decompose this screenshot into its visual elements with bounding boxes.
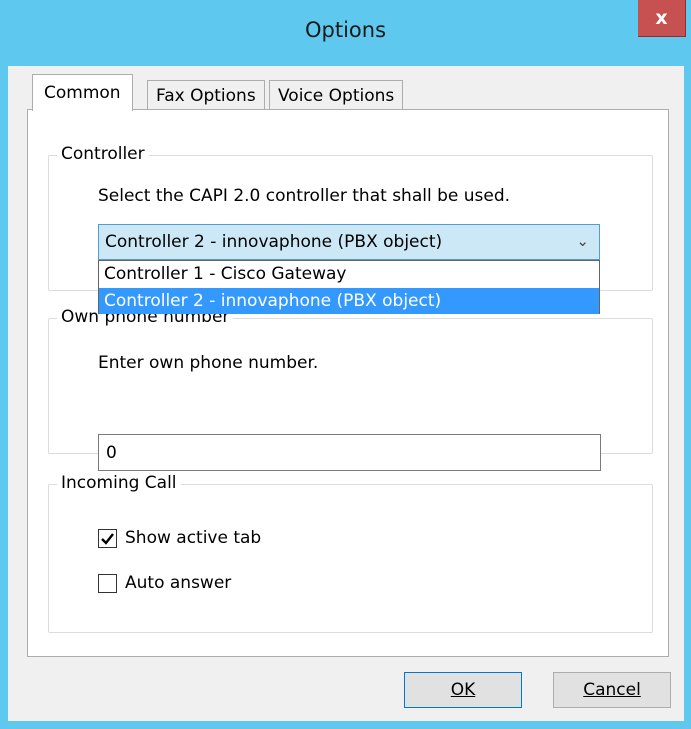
controller-select[interactable]: Controller 2 - innovaphone (PBX object) … bbox=[98, 224, 600, 260]
show-active-tab-label[interactable]: Show active tab bbox=[125, 528, 261, 548]
controller-description: Select the CAPI 2.0 controller that shal… bbox=[98, 186, 511, 206]
controller-group-label: Controller bbox=[57, 144, 149, 164]
ok-button[interactable]: OK bbox=[404, 672, 522, 708]
phone-number-description: Enter own phone number. bbox=[98, 353, 319, 373]
title-bar: Options x bbox=[0, 0, 691, 66]
tab-fax-options-label: Fax Options bbox=[156, 85, 256, 106]
tab-voice-options-label: Voice Options bbox=[278, 85, 395, 106]
controller-dropdown-list: Controller 1 - Cisco Gateway Controller … bbox=[98, 260, 600, 314]
tab-common[interactable]: Common bbox=[32, 74, 133, 111]
close-button[interactable]: x bbox=[638, 0, 686, 37]
auto-answer-checkbox[interactable] bbox=[98, 574, 117, 593]
tab-fax-options[interactable]: Fax Options bbox=[147, 80, 265, 110]
incoming-call-group: Incoming Call bbox=[48, 473, 653, 633]
checkmark-icon bbox=[101, 533, 114, 545]
phone-number-value: 0 bbox=[106, 443, 117, 463]
show-active-tab-checkbox[interactable] bbox=[98, 529, 117, 548]
controller-option-2[interactable]: Controller 2 - innovaphone (PBX object) bbox=[99, 288, 599, 314]
phone-number-input[interactable]: 0 bbox=[98, 434, 601, 471]
ok-button-label: OK bbox=[450, 680, 476, 700]
incoming-call-group-label: Incoming Call bbox=[57, 473, 181, 493]
tab-panel-common: Controller Select the CAPI 2.0 controlle… bbox=[27, 109, 669, 657]
tab-voice-options[interactable]: Voice Options bbox=[269, 80, 404, 110]
cancel-button[interactable]: Cancel bbox=[553, 672, 671, 708]
window-title: Options bbox=[304, 18, 387, 42]
tab-common-label: Common bbox=[44, 83, 121, 103]
dialog-client-area: Common Fax Options Voice Options Control… bbox=[8, 66, 684, 721]
controller-select-value: Controller 2 - innovaphone (PBX object) bbox=[105, 232, 443, 252]
close-icon: x bbox=[655, 7, 668, 29]
auto-answer-label[interactable]: Auto answer bbox=[125, 573, 231, 593]
chevron-down-icon[interactable]: ⌄ bbox=[576, 232, 589, 250]
cancel-button-label: Cancel bbox=[583, 680, 641, 700]
controller-option-1[interactable]: Controller 1 - Cisco Gateway bbox=[99, 261, 599, 287]
